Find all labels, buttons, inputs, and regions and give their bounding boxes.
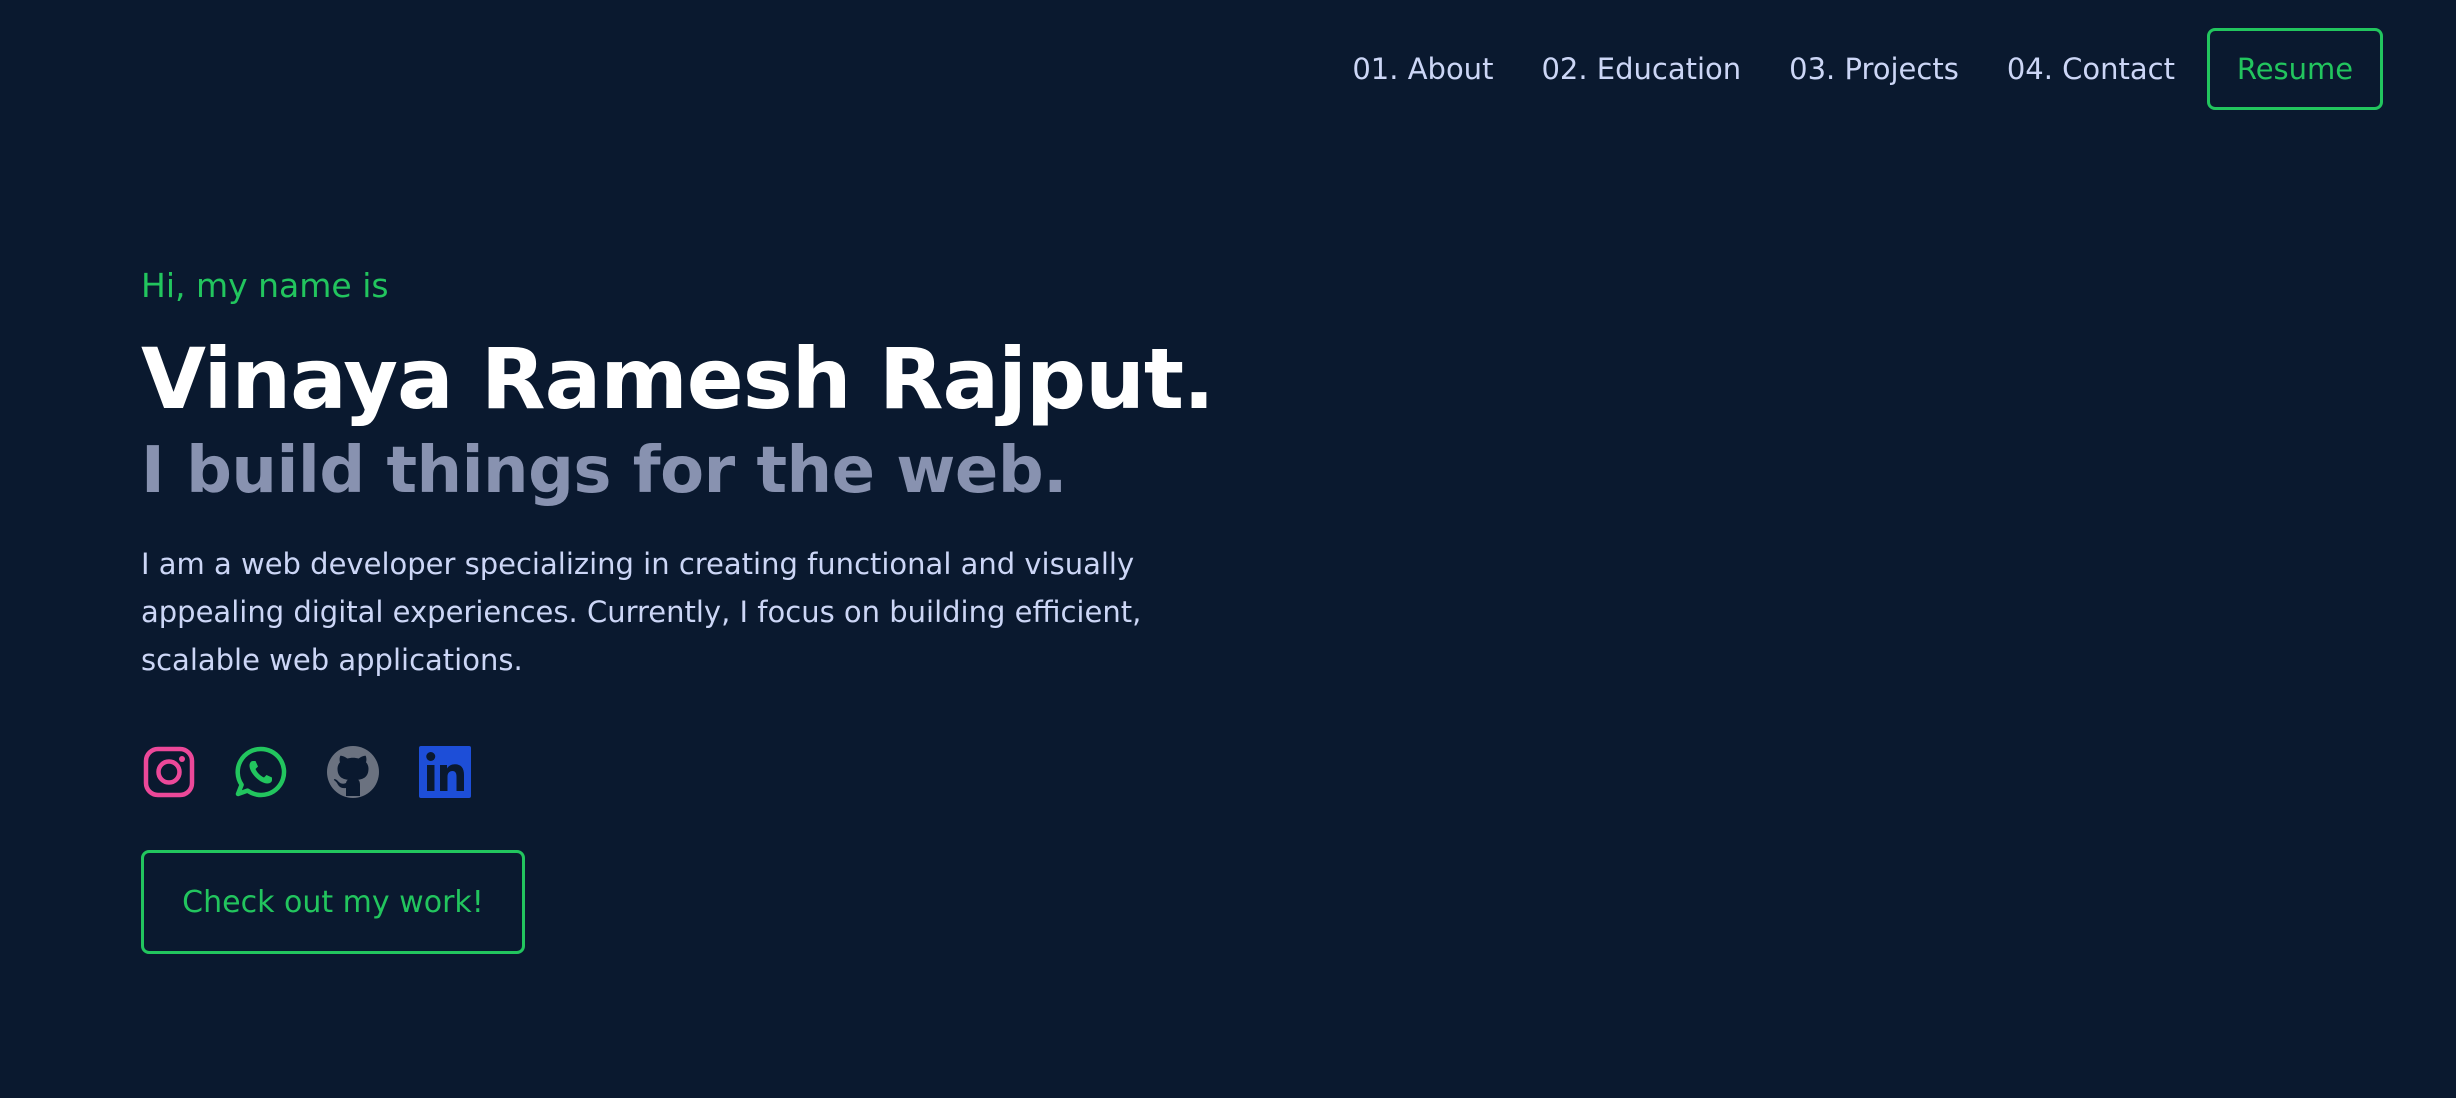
github-icon: [325, 744, 381, 800]
resume-button[interactable]: Resume: [2207, 28, 2383, 110]
linkedin-link[interactable]: [417, 744, 473, 800]
portfolio-page: 01. About 02. Education 03. Projects 04.…: [0, 0, 2456, 1098]
hero-section: Hi, my name is Vinaya Ramesh Rajput. I b…: [141, 262, 1241, 954]
hero-bio: I am a web developer specializing in cre…: [141, 547, 1142, 677]
linkedin-icon: [417, 744, 473, 800]
hero-tagline: I build things for the web.: [141, 434, 1067, 508]
whatsapp-icon: [233, 744, 289, 800]
top-navigation: 01. About 02. Education 03. Projects 04.…: [1352, 28, 2383, 110]
nav-link-about[interactable]: 01. About: [1352, 52, 1493, 86]
hero-greeting: Hi, my name is: [141, 266, 389, 305]
check-out-work-button[interactable]: Check out my work!: [141, 850, 525, 954]
instagram-link[interactable]: [141, 744, 197, 800]
github-link[interactable]: [325, 744, 381, 800]
nav-link-contact[interactable]: 04. Contact: [2007, 52, 2175, 86]
nav-link-education[interactable]: 02. Education: [1541, 52, 1741, 86]
hero-name: Vinaya Ramesh Rajput.: [141, 330, 1215, 428]
instagram-icon: [141, 744, 197, 800]
whatsapp-link[interactable]: [233, 744, 289, 800]
nav-link-projects[interactable]: 03. Projects: [1789, 52, 1959, 86]
social-links: [141, 744, 1241, 800]
